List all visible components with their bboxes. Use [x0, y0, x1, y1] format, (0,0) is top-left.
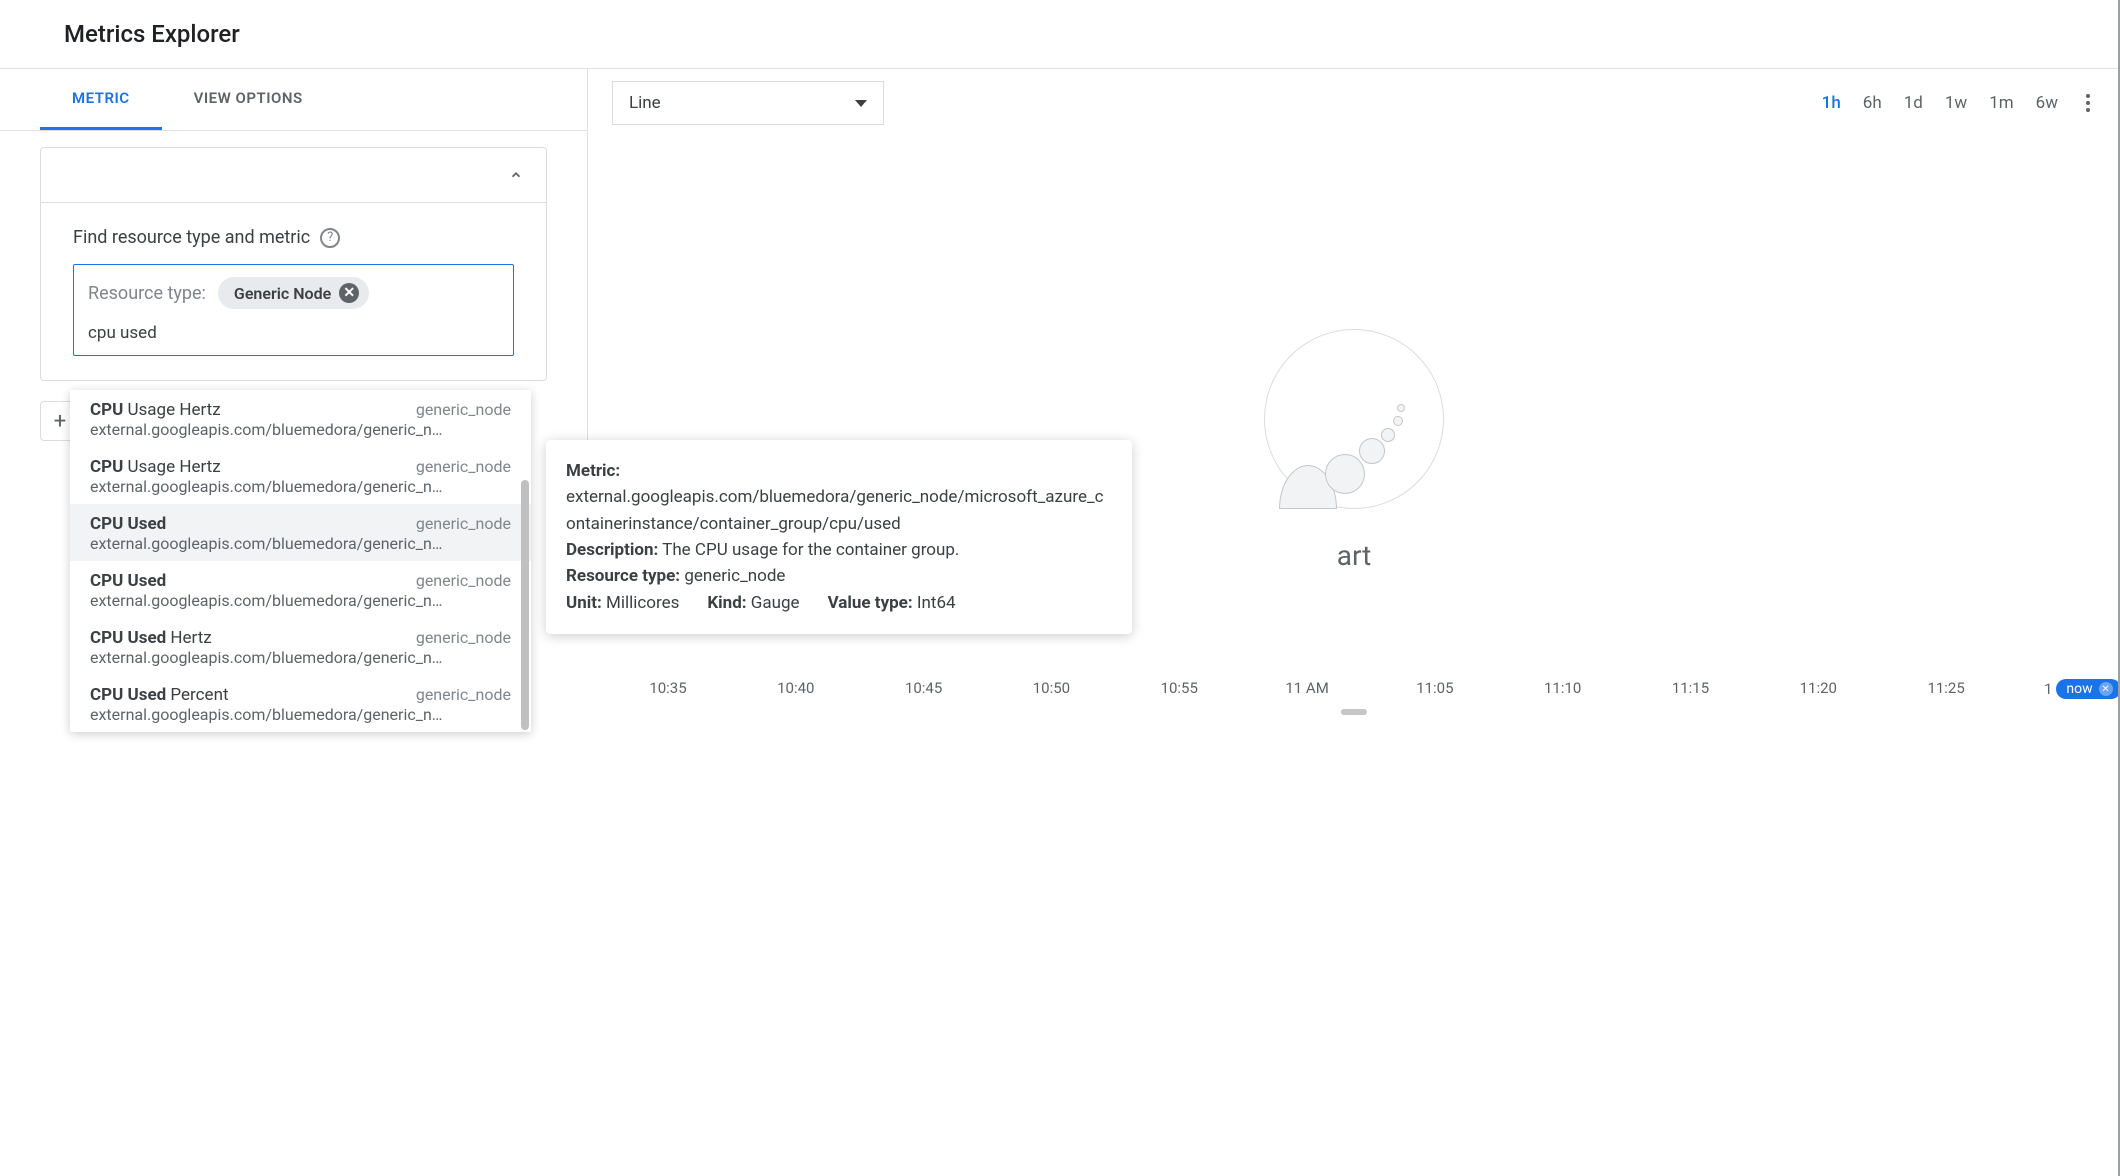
autocomplete-item[interactable]: CPU Used generic_nodeexternal.googleapis.…: [70, 561, 531, 618]
autocomplete-item-path: external.googleapis.com/bluemedora/gener…: [90, 420, 511, 439]
tooltip-unit: Millicores: [606, 593, 679, 613]
x-tick: 10:55: [1149, 679, 1209, 699]
metric-search-input[interactable]: [88, 323, 499, 343]
tabs: METRIC VIEW OPTIONS: [0, 69, 587, 131]
x-tick: 11:05: [1405, 679, 1465, 699]
metric-search-panel: Find resource type and metric ? Resource…: [40, 203, 547, 381]
resource-type-label: Resource type:: [88, 283, 206, 304]
search-label-text: Find resource type and metric: [73, 227, 310, 248]
tooltip-rt-label: Resource type:: [566, 566, 680, 586]
tab-metric[interactable]: METRIC: [40, 69, 162, 130]
x-tick: 11:25: [1916, 679, 1976, 699]
time-range-6h[interactable]: 6h: [1863, 93, 1882, 113]
scrollbar[interactable]: [521, 480, 529, 730]
now-label: now: [2066, 681, 2092, 697]
metric-tooltip: Metric: external.googleapis.com/bluemedo…: [546, 440, 1132, 634]
right-panel: Line 1h 6h 1d 1w 1m 6w art 10:35: [588, 69, 2120, 461]
x-tick: 11:10: [1533, 679, 1593, 699]
page-title: Metrics Explorer: [64, 20, 2088, 48]
autocomplete-item-path: external.googleapis.com/bluemedora/gener…: [90, 534, 511, 553]
autocomplete-item-title: CPU Used: [90, 514, 166, 534]
autocomplete-item-title: CPU Usage Hertz: [90, 457, 221, 477]
search-label: Find resource type and metric ?: [73, 227, 514, 248]
time-range-1h[interactable]: 1h: [1822, 93, 1841, 113]
tooltip-kind: Gauge: [751, 593, 800, 613]
time-range-1d[interactable]: 1d: [1904, 93, 1923, 113]
chart-x-axis: 10:35 10:40 10:45 10:50 10:55 11 AM 11:0…: [638, 679, 2104, 699]
tooltip-kind-label: Kind:: [707, 593, 746, 613]
tooltip-description-label: Description:: [566, 540, 658, 560]
chart-type-select[interactable]: Line: [612, 81, 884, 125]
chip-label: Generic Node: [234, 284, 331, 303]
autocomplete-item-resource: generic_node: [416, 571, 511, 590]
x-tick-partial: 1: [2044, 680, 2052, 698]
time-range-6w[interactable]: 6w: [2036, 93, 2058, 113]
time-range-1w[interactable]: 1w: [1945, 93, 1967, 113]
metric-collapse-bar[interactable]: [40, 147, 547, 203]
tooltip-unit-label: Unit:: [566, 593, 602, 613]
autocomplete-item-title: CPU Used: [90, 571, 166, 591]
metric-autocomplete-dropdown: CPU Usage Hertzgeneric_nodeexternal.goog…: [70, 390, 531, 732]
autocomplete-item-title: CPU Used Percent: [90, 685, 229, 705]
search-box[interactable]: Resource type: Generic Node ✕: [73, 264, 514, 356]
autocomplete-item-resource: generic_node: [416, 457, 511, 476]
empty-chart-illustration: [1264, 329, 1444, 509]
tooltip-metric-path: external.googleapis.com/bluemedora/gener…: [566, 484, 1112, 537]
autocomplete-item-path: external.googleapis.com/bluemedora/gener…: [90, 477, 511, 496]
x-tick: 11:15: [1661, 679, 1721, 699]
time-range: 1h 6h 1d 1w 1m 6w: [1822, 93, 2096, 113]
autocomplete-item[interactable]: CPU Used Percent generic_nodeexternal.goo…: [70, 675, 531, 732]
autocomplete-item[interactable]: CPU Used Hertz generic_nodeexternal.googl…: [70, 618, 531, 675]
time-range-1m[interactable]: 1m: [1989, 93, 2013, 113]
autocomplete-item-resource: generic_node: [416, 685, 511, 704]
now-pill[interactable]: now ✕: [2056, 679, 2120, 699]
now-close-icon[interactable]: ✕: [2099, 682, 2113, 696]
autocomplete-item[interactable]: CPU Used generic_nodeexternal.googleapis.…: [70, 504, 531, 561]
x-tick: 10:45: [894, 679, 954, 699]
autocomplete-item-title: CPU Used Hertz: [90, 628, 212, 648]
autocomplete-item[interactable]: CPU Usage Hertz generic_nodeexternal.goog…: [70, 447, 531, 504]
x-tick: 11 AM: [1277, 679, 1337, 699]
x-tick: 10:35: [638, 679, 698, 699]
tab-view-options[interactable]: VIEW OPTIONS: [162, 69, 335, 130]
x-tick: 11:20: [1788, 679, 1848, 699]
autocomplete-item-resource: generic_node: [416, 400, 511, 419]
autocomplete-item-path: external.googleapis.com/bluemedora/gener…: [90, 591, 511, 610]
chip-remove-icon[interactable]: ✕: [339, 283, 359, 303]
range-handle[interactable]: [1341, 709, 1367, 715]
chart-type-value: Line: [629, 93, 661, 113]
autocomplete-item-resource: generic_node: [416, 628, 511, 647]
resource-type-chip[interactable]: Generic Node ✕: [218, 277, 369, 309]
help-icon[interactable]: ?: [320, 228, 340, 248]
tooltip-rt: generic_node: [684, 566, 785, 586]
x-tick: 10:50: [1021, 679, 1081, 699]
autocomplete-item-title: CPU Usage Hertz: [90, 400, 221, 420]
tooltip-vt: Int64: [917, 593, 956, 613]
tooltip-vt-label: Value type:: [828, 593, 913, 613]
tooltip-metric-label: Metric:: [566, 461, 620, 481]
tooltip-description: The CPU usage for the container group.: [662, 540, 959, 560]
autocomplete-item-path: external.googleapis.com/bluemedora/gener…: [90, 705, 511, 724]
more-options-icon[interactable]: [2080, 94, 2096, 112]
autocomplete-item-resource: generic_node: [416, 514, 511, 533]
x-tick: 1 now ✕: [2044, 679, 2104, 699]
chevron-down-icon: [855, 100, 867, 107]
autocomplete-item[interactable]: CPU Usage Hertz generic_nodeexternal.goog…: [70, 390, 531, 447]
autocomplete-item-path: external.googleapis.com/bluemedora/gener…: [90, 648, 511, 667]
chart-empty-title: art: [1337, 539, 1372, 572]
x-tick: 10:40: [766, 679, 826, 699]
chevron-up-icon: [506, 165, 526, 185]
